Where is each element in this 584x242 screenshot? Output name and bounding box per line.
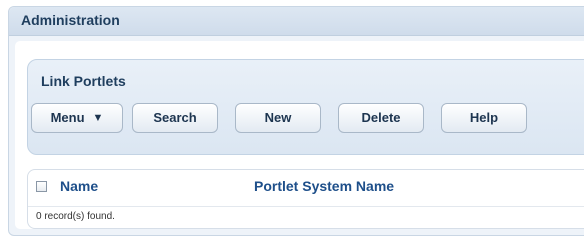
select-all-checkbox[interactable] [36, 181, 47, 192]
search-button[interactable]: Search [132, 103, 218, 133]
panel-body: Link Portlets Menu ▼ Search New Delete He… [15, 41, 584, 229]
delete-button[interactable]: Delete [338, 103, 424, 133]
grid-status-row: 0 record(s) found. [28, 206, 584, 229]
grid-header: Name Portlet System Name [28, 170, 584, 206]
panel-title: Administration [9, 7, 584, 36]
column-header-name[interactable]: Name [60, 178, 98, 194]
administration-panel: Administration Link Portlets Menu ▼ Searc… [8, 6, 584, 236]
menu-button-label: Menu [50, 110, 85, 125]
portlet-title: Link Portlets [41, 73, 126, 89]
records-count-text: 0 record(s) found. [36, 211, 115, 222]
menu-arrow-icon: ▼ [92, 112, 104, 124]
link-portlets-toolbar: Link Portlets Menu ▼ Search New Delete He… [27, 59, 584, 155]
menu-button[interactable]: Menu ▼ [31, 103, 123, 133]
help-button[interactable]: Help [441, 103, 527, 133]
column-header-portlet-system-name[interactable]: Portlet System Name [254, 178, 394, 194]
portlets-grid: Name Portlet System Name 0 record(s) fou… [27, 169, 584, 229]
new-button[interactable]: New [235, 103, 321, 133]
